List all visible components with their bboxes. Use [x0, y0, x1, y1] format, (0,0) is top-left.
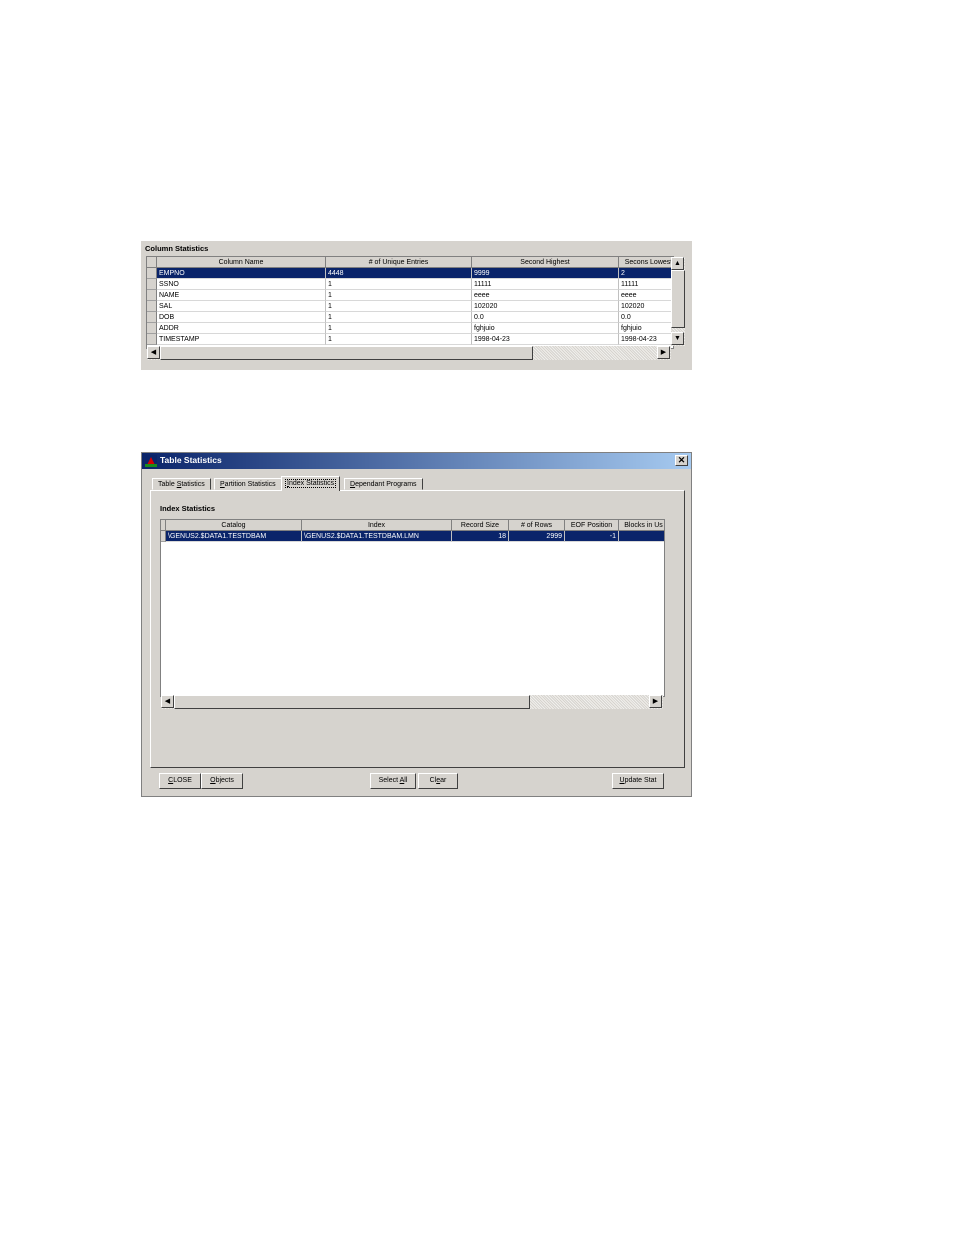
table-cell[interactable]: 102020	[472, 301, 619, 312]
table-row[interactable]: ADDR 1 fghjuio fghjuio	[147, 323, 673, 334]
vertical-scroll-thumb[interactable]	[671, 270, 685, 328]
table-statistics-dialog: Table Statistics ✕ Table Statistics Part…	[141, 452, 692, 797]
row-header[interactable]	[147, 301, 157, 312]
table-cell[interactable]: EMPNO	[157, 268, 326, 279]
table-cell[interactable]: fghjuio	[619, 323, 673, 334]
table-cell[interactable]: eeee	[472, 290, 619, 301]
table-cell[interactable]: eeee	[619, 290, 673, 301]
table-cell[interactable]: 11111	[619, 279, 673, 290]
row-header[interactable]	[147, 268, 157, 279]
row-header[interactable]	[147, 279, 157, 290]
table-row[interactable]: TIMESTAMP 1 1998-04-23 1998-04-23	[147, 334, 673, 345]
select-all-button[interactable]: Select All	[370, 773, 416, 789]
table-cell[interactable]: 9999	[472, 268, 619, 279]
header-column-name[interactable]: Column Name	[157, 257, 326, 268]
scroll-right-button[interactable]: ▶	[649, 695, 662, 708]
horizontal-scroll-thumb[interactable]	[160, 346, 533, 360]
table-cell[interactable]: 4448	[326, 268, 472, 279]
header-eof-position[interactable]: EOF Position	[565, 520, 619, 531]
table-row[interactable]: NAME 1 eeee eeee	[147, 290, 673, 301]
table-cell[interactable]: 102020	[619, 301, 673, 312]
title-bar[interactable]: Table Statistics ✕	[142, 453, 691, 469]
tab-index-statistics[interactable]: Index Statistics	[281, 476, 341, 491]
tab-table-statistics[interactable]: Table Statistics	[152, 478, 211, 490]
table-cell[interactable]: 0.0	[619, 312, 673, 323]
header-unique-entries[interactable]: # of Unique Entries	[326, 257, 472, 268]
table-cell[interactable]: 1	[326, 323, 472, 334]
table-row[interactable]: DOB 1 0.0 0.0	[147, 312, 673, 323]
table-cell[interactable]: 1	[326, 312, 472, 323]
scroll-up-button[interactable]: ▲	[671, 257, 684, 270]
table-cell[interactable]: SAL	[157, 301, 326, 312]
index-statistics-grid: Catalog Index Record Size # of Rows EOF …	[160, 519, 665, 697]
table-cell[interactable]: \GENUS2.$DATA1.TESTDBAM.LMN	[302, 531, 452, 542]
close-icon[interactable]: ✕	[675, 455, 688, 466]
scroll-left-button[interactable]: ◀	[147, 346, 160, 359]
table-row[interactable]: SAL 1 102020 102020	[147, 301, 673, 312]
table-cell[interactable]: 11111	[472, 279, 619, 290]
header-blocks-in-use[interactable]: Blocks in Us	[619, 520, 664, 531]
table-cell[interactable]: 1998-04-23	[472, 334, 619, 345]
update-stat-button[interactable]: Update Stat	[612, 773, 664, 789]
table-row[interactable]: \GENUS2.$DATA1.TESTDBAM \GENUS2.$DATA1.TE…	[161, 531, 664, 542]
header-index[interactable]: Index	[302, 520, 452, 531]
table-cell[interactable]: TIMESTAMP	[157, 334, 326, 345]
table-cell[interactable]: \GENUS2.$DATA1.TESTDBAM	[166, 531, 302, 542]
header-record-size[interactable]: Record Size	[452, 520, 509, 531]
header-second-lowest[interactable]: Secons Lowest	[619, 257, 673, 268]
table-row[interactable]: EMPNO 4448 9999 2	[147, 268, 673, 279]
table-cell[interactable]: 1998-04-23	[619, 334, 673, 345]
table-cell[interactable]: ADDR	[157, 323, 326, 334]
table-cell[interactable]: 1	[326, 279, 472, 290]
table-cell[interactable]	[619, 531, 664, 542]
scroll-right-button[interactable]: ▶	[657, 346, 670, 359]
corner-header	[147, 257, 157, 268]
horizontal-scroll-thumb[interactable]	[174, 695, 530, 709]
close-button[interactable]: CLOSE	[159, 773, 201, 789]
objects-button[interactable]: Objects	[201, 773, 243, 789]
table-cell[interactable]: 2999	[509, 531, 565, 542]
column-statistics-title: Column Statistics	[145, 244, 209, 253]
table-cell[interactable]: NAME	[157, 290, 326, 301]
table-cell[interactable]: -1	[565, 531, 619, 542]
tab-partition-statistics[interactable]: Partition Statistics	[214, 478, 282, 490]
table-cell[interactable]: 2	[619, 268, 673, 279]
table-cell[interactable]: SSNO	[157, 279, 326, 290]
table-cell[interactable]: 1	[326, 290, 472, 301]
table-cell[interactable]: 0.0	[472, 312, 619, 323]
row-header[interactable]	[147, 323, 157, 334]
row-header[interactable]	[147, 334, 157, 345]
table-cell[interactable]: fghjuio	[472, 323, 619, 334]
header-second-highest[interactable]: Second Highest	[472, 257, 619, 268]
table-cell[interactable]: 18	[452, 531, 509, 542]
index-statistics-title: Index Statistics	[160, 504, 216, 513]
table-row[interactable]: SSNO 1 11111 11111	[147, 279, 673, 290]
header-catalog[interactable]: Catalog	[166, 520, 302, 531]
table-cell[interactable]: 1	[326, 301, 472, 312]
row-header[interactable]	[147, 290, 157, 301]
clear-button[interactable]: Clear	[418, 773, 458, 789]
scroll-down-button[interactable]: ▼	[671, 332, 684, 345]
app-icon	[145, 455, 157, 467]
table-cell[interactable]: DOB	[157, 312, 326, 323]
column-statistics-grid: Column Name # of Unique Entries Second H…	[146, 256, 674, 349]
row-header[interactable]	[147, 312, 157, 323]
header-num-rows[interactable]: # of Rows	[509, 520, 565, 531]
column-statistics-panel: Column Statistics Column Name # of Uniqu…	[141, 241, 692, 370]
tab-dependant-programs[interactable]: Dependant Programs	[344, 478, 423, 490]
scroll-left-button[interactable]: ◀	[161, 695, 174, 708]
dialog-title: Table Statistics	[160, 455, 222, 465]
table-cell[interactable]: 1	[326, 334, 472, 345]
